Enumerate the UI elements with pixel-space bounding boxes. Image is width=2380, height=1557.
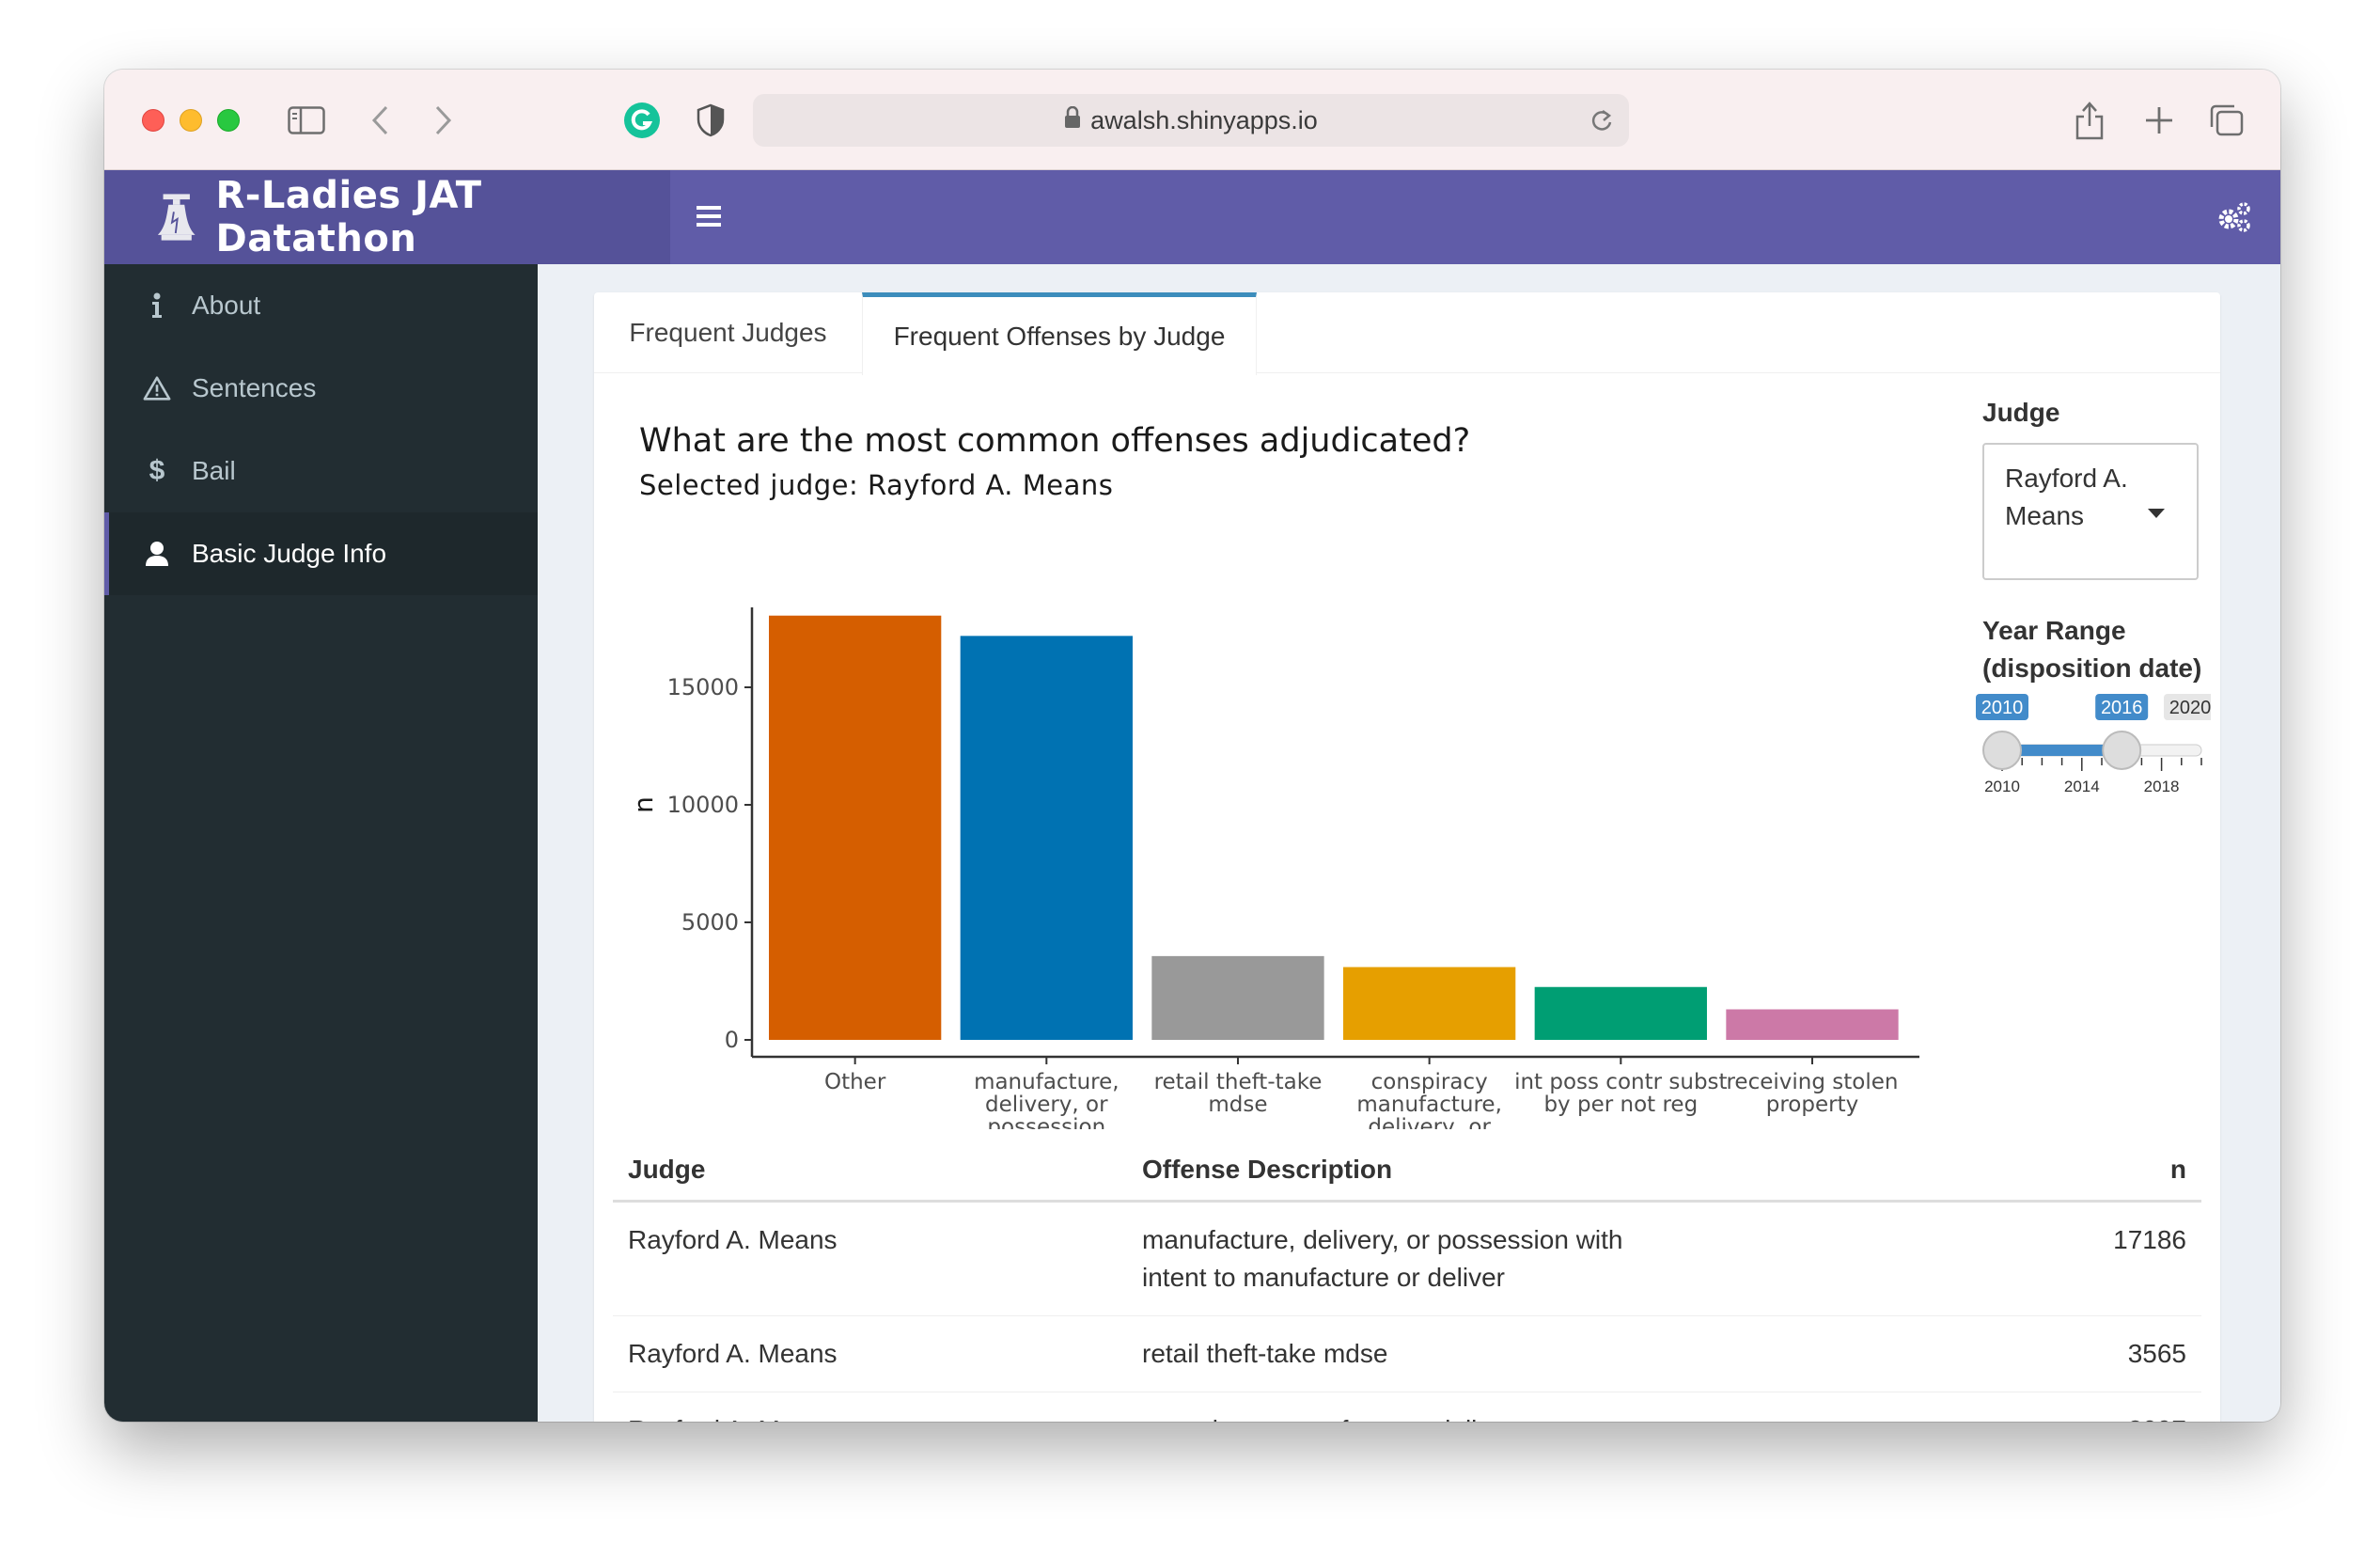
offense-table: Judge Offense Description n Rayford A. M… — [613, 1139, 2201, 1422]
slider-tick-label: 2018 — [2144, 778, 2180, 795]
chart-title: What are the most common offenses adjudi… — [639, 422, 1471, 460]
slider-handle-to[interactable] — [2102, 731, 2142, 770]
slider-to-label: 2016 — [2101, 698, 2143, 718]
chevron-down-icon — [2148, 509, 2165, 518]
browser-toolbar: awalsh.shinyapps.io — [104, 70, 2280, 170]
cell-n: 17186 — [2113, 1225, 2186, 1254]
user-icon — [143, 541, 171, 567]
y-tick-label: 5000 — [681, 909, 739, 936]
x-tick-label: manufacture,delivery, orpossessionwith i… — [963, 1070, 1131, 1129]
liberty-bell-icon — [157, 194, 196, 241]
sidebar-item-basic-judge-info[interactable]: Basic Judge Info — [104, 512, 538, 595]
share-icon[interactable] — [2074, 98, 2106, 143]
sidebar-item-label: Sentences — [192, 373, 317, 402]
sidebar-item-about[interactable]: About — [104, 264, 538, 347]
bar — [1343, 967, 1516, 1040]
chart-subtitle: Selected judge: Rayford A. Means — [639, 469, 1114, 501]
y-axis-title: n — [632, 796, 659, 813]
bar — [1726, 1009, 1899, 1040]
column-header-judge[interactable]: Judge — [613, 1155, 1142, 1185]
judge-label: Judge — [1982, 398, 2060, 427]
menu-toggle-icon[interactable] — [697, 204, 721, 228]
app-header: R-Ladies JAT Datathon — [104, 170, 2280, 264]
table-row: Rayford A. Means conspiracy manufacture,… — [613, 1392, 2201, 1422]
year-range-label-line2: (disposition date) — [1982, 653, 2202, 683]
close-window-button[interactable] — [142, 109, 164, 132]
table-header: Judge Offense Description n — [613, 1139, 2201, 1203]
x-tick-label: receiving stolen property — [1726, 1070, 1898, 1117]
year-range-label-line1: Year Range — [1982, 616, 2126, 645]
cell-judge: Rayford A. Means — [628, 1339, 838, 1368]
judge-select[interactable]: Rayford A. Means — [1982, 443, 2199, 580]
tab-box: Frequent Judges Frequent Offenses by Jud… — [594, 292, 2220, 1422]
cell-offense-description: manufacture, delivery, or possession wit… — [1142, 1225, 1623, 1292]
column-header-n[interactable]: n — [1668, 1155, 2201, 1185]
logo[interactable]: R-Ladies JAT Datathon — [104, 170, 670, 264]
sidebar-item-bail[interactable]: $ Bail — [104, 430, 538, 512]
sidebar-toggle-icon[interactable] — [288, 98, 325, 143]
zoom-window-button[interactable] — [217, 109, 240, 132]
warning-icon — [143, 375, 171, 401]
x-tick-label: Other — [824, 1070, 886, 1094]
forward-icon[interactable] — [433, 98, 454, 143]
sidebar-item-label: Bail — [192, 456, 236, 485]
tab-overview-icon[interactable] — [2208, 98, 2246, 143]
slider-tick-label: 2010 — [1984, 778, 2020, 795]
grammarly-icon[interactable] — [623, 98, 661, 143]
cell-offense-description: retail theft-take mdse — [1142, 1339, 1388, 1368]
bar — [1151, 955, 1324, 1040]
app-title: R-Ladies JAT Datathon — [215, 174, 482, 260]
back-icon[interactable] — [369, 98, 390, 143]
x-tick-label: conspiracymanufacture,delivery, orposses… — [1346, 1070, 1514, 1129]
browser-window: awalsh.shinyapps.io R-Ladies JAT Datatho — [104, 70, 2280, 1422]
cell-offense-description: conspiracy manufacture, delivery, or — [1142, 1411, 1668, 1422]
table-row: Rayford A. Means manufacture, delivery, … — [613, 1203, 2201, 1316]
sidebar-item-label: About — [192, 291, 261, 320]
minimize-window-button[interactable] — [180, 109, 202, 132]
y-tick-label: 0 — [725, 1027, 739, 1053]
slider-tick-label: 2014 — [2064, 778, 2100, 795]
table-row: Rayford A. Means retail theft-take mdse … — [613, 1316, 2201, 1392]
slider-handle-from[interactable] — [1982, 731, 2022, 770]
column-header-offense-description[interactable]: Offense Description — [1142, 1155, 1668, 1185]
slider-max-label: 2020 — [2169, 698, 2211, 718]
cell-n: 3565 — [2127, 1339, 2186, 1368]
offense-bar-chart: 0 5000 10000 15000 Other manufacture, delivery… — [632, 607, 1919, 1129]
info-icon — [143, 292, 171, 319]
slider-from-label: 2010 — [1981, 698, 2024, 718]
bar — [1534, 986, 1707, 1040]
new-tab-icon[interactable] — [2144, 98, 2174, 143]
y-tick-label: 10000 — [667, 792, 739, 818]
x-tick-label: retail theft-take mdse — [1154, 1070, 1323, 1117]
tab-frequent-judges[interactable]: Frequent Judges — [594, 292, 862, 373]
bar — [960, 636, 1133, 1040]
tab-bar: Frequent Judges Frequent Offenses by Jud… — [594, 292, 2220, 375]
x-tick-label: int poss contr subst by per not reg — [1514, 1070, 1728, 1117]
cell-n: 3097 — [1668, 1411, 2201, 1422]
gears-icon[interactable] — [2216, 201, 2252, 238]
lock-icon — [1064, 105, 1081, 135]
year-range-label: Year Range (disposition date) — [1982, 612, 2201, 687]
bar — [769, 615, 942, 1040]
sidebar: About Sentences $ Bail Basic Judge Info — [104, 264, 538, 1422]
judge-select-value-line1: Rayford A. — [2005, 464, 2128, 493]
url-text: awalsh.shinyapps.io — [1090, 105, 1318, 134]
y-tick-label: 15000 — [667, 674, 739, 700]
sidebar-item-label: Basic Judge Info — [192, 539, 387, 568]
tab-frequent-offenses-by-judge[interactable]: Frequent Offenses by Judge — [862, 292, 1257, 375]
year-range-slider[interactable]: 2010 2014 2018 2010 2016 2020 — [1976, 692, 2211, 795]
main-content: Frequent Judges Frequent Offenses by Jud… — [538, 264, 2280, 1422]
address-bar[interactable]: awalsh.shinyapps.io — [753, 94, 1629, 147]
sidebar-item-sentences[interactable]: Sentences — [104, 347, 538, 430]
cell-judge: Rayford A. Means — [628, 1225, 838, 1254]
dollar-icon: $ — [149, 455, 165, 486]
shield-icon[interactable] — [697, 98, 725, 143]
reload-icon[interactable] — [1589, 107, 1614, 140]
cell-judge: Rayford A. Means — [613, 1411, 1142, 1422]
